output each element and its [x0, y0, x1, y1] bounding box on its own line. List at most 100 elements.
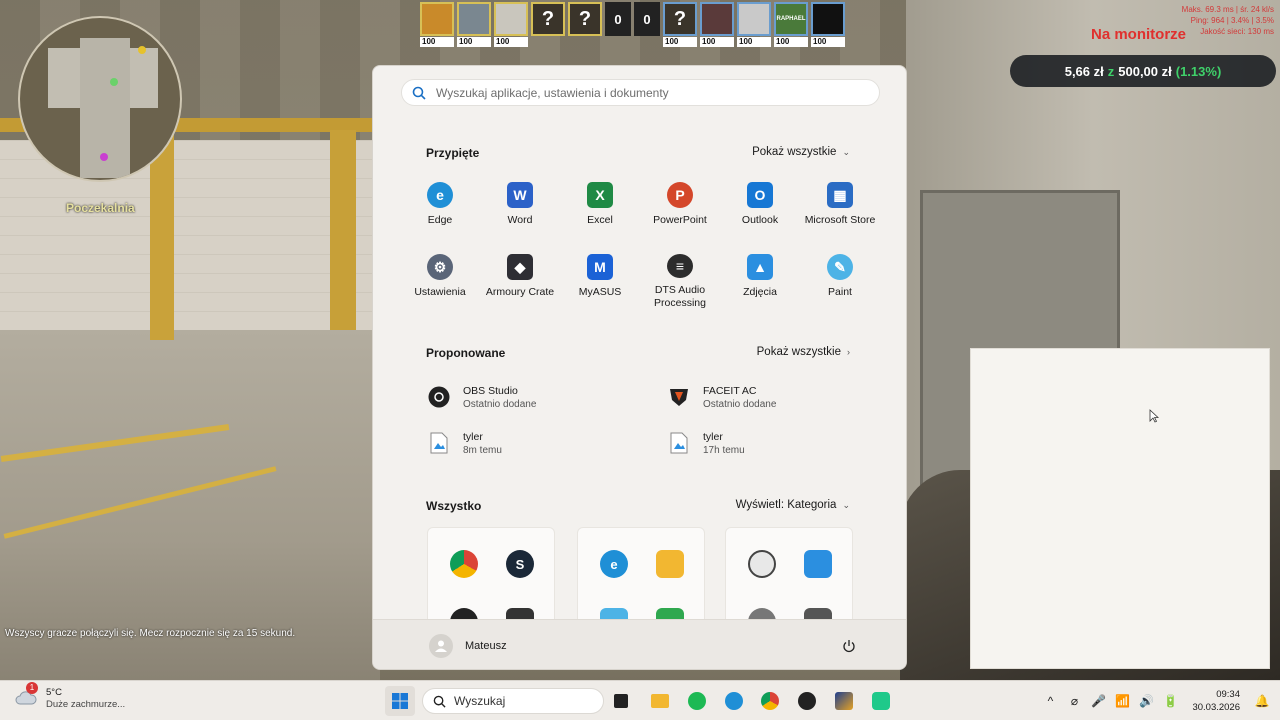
start-search-box[interactable]	[401, 79, 880, 106]
minimap-player-dot	[110, 78, 118, 86]
taskbar-spotify[interactable]	[682, 686, 712, 716]
stream-overlay-text: Na monitorze	[1091, 26, 1187, 43]
pinned-app-outlook[interactable]: O Outlook	[720, 176, 800, 238]
chevron-down-icon: ⌄	[842, 146, 850, 157]
pinned-app-powerpoint[interactable]: P PowerPoint	[640, 176, 720, 238]
obs-icon	[798, 692, 816, 710]
pinned-app-label: Word	[507, 214, 533, 226]
microphone-icon[interactable]: 🎤	[1086, 689, 1110, 713]
recommended-item-name: tyler	[703, 430, 723, 443]
pinned-app-settings[interactable]: ⚙ Ustawienia	[400, 248, 480, 310]
recommended-show-all-button[interactable]: Pokaż wszystkie ›	[751, 343, 856, 361]
paint-icon: ✎	[827, 254, 853, 280]
score-ct: 0	[634, 2, 660, 36]
recommended-item-name: FACEIT AC	[703, 384, 757, 397]
net-stat-line: Ping: 964 | 3.4% | 3.5%	[1190, 16, 1274, 25]
word-icon: W	[507, 182, 533, 208]
excel-icon: X	[587, 182, 613, 208]
start-search-input[interactable]	[436, 85, 856, 100]
recommended-title: Proponowane	[426, 346, 506, 360]
recommended-item-obs[interactable]: OBS Studio Ostatnio dodane	[421, 378, 641, 416]
taskbar: 1 5°C Duże zachmurze... Wyszukaj ^ ⌀ 🎤 📶…	[0, 680, 1280, 720]
recommended-item-tyler[interactable]: tyler 17h temu	[661, 424, 881, 462]
minimap	[18, 16, 182, 182]
power-button[interactable]	[838, 635, 860, 657]
recommended-item-sub: Ostatnio dodane	[703, 398, 777, 410]
system-tray: ^ ⌀ 🎤 📶 🔊 🔋 09:34 30.03.2026 🔔	[1038, 681, 1280, 720]
recommended-item-sub: 17h temu	[703, 444, 745, 456]
taskbar-edge[interactable]	[719, 686, 749, 716]
pinned-app-myasus[interactable]: M MyASUS	[560, 248, 640, 310]
clock-date: 30.03.2026	[1192, 702, 1240, 713]
pinned-app-label: Paint	[828, 286, 852, 298]
pinned-app-word[interactable]: W Word	[480, 176, 560, 238]
power-icon	[843, 640, 855, 653]
view-category-dropdown[interactable]: Wyświetl: Kategoria ⌄	[730, 496, 856, 514]
donation-separator: z	[1107, 63, 1115, 79]
pinned-app-microsoft-store[interactable]: ▦ Microsoft Store	[800, 176, 880, 238]
minimap-player-dot	[138, 46, 146, 54]
pinned-app-label: DTS Audio Processing	[654, 284, 706, 309]
pinned-app-label: Microsoft Store	[804, 214, 876, 226]
recommended-item-tyler[interactable]: tyler 8m temu	[421, 424, 641, 462]
recommended-item-name: OBS Studio	[463, 384, 518, 397]
view-category-label: Wyświetl: Kategoria	[735, 499, 837, 511]
search-icon	[412, 86, 426, 100]
task-view-button[interactable]	[606, 686, 636, 716]
wifi-icon[interactable]: 📶	[1110, 689, 1134, 713]
player-avatar-ct: 100	[700, 2, 734, 47]
weather-widget[interactable]: 1 5°C Duże zachmurze...	[14, 682, 126, 710]
pinned-app-label: Excel	[587, 214, 613, 226]
notifications-icon[interactable]: 🔔	[1250, 689, 1274, 713]
pinned-app-photos[interactable]: ▲ Zdjęcia	[720, 248, 800, 310]
folder-icon	[651, 694, 669, 708]
category-card[interactable]: e	[577, 527, 705, 636]
gear-icon: ⚙	[427, 254, 453, 280]
battery-icon[interactable]: 🔋	[1158, 689, 1182, 713]
app-icon	[872, 692, 890, 710]
all-apps-title: Wszystko	[426, 499, 482, 513]
map-location-label: Poczekalnia	[66, 201, 135, 215]
taskbar-app[interactable]	[866, 686, 896, 716]
chrome-icon	[761, 692, 779, 710]
pinned-show-all-button[interactable]: Pokaż wszystkie ⌄	[746, 143, 856, 161]
taskbar-obs[interactable]	[792, 686, 822, 716]
pinned-app-edge[interactable]: e Edge	[400, 176, 480, 238]
recommended-item-faceit[interactable]: FACEIT AC Ostatnio dodane	[661, 378, 881, 416]
clock[interactable]: 09:34 30.03.2026	[1192, 688, 1240, 714]
image-file-icon	[427, 431, 451, 455]
volume-icon[interactable]: 🔊	[1134, 689, 1158, 713]
donation-current: 5,66 zł	[1064, 63, 1104, 79]
cs2-icon	[835, 692, 853, 710]
category-card[interactable]	[725, 527, 853, 636]
game-chat-message: Wszyscy gracze połączyli się. Mecz rozpo…	[5, 628, 296, 639]
user-account-button[interactable]: Mateusz	[423, 632, 513, 660]
search-icon	[433, 695, 446, 708]
taskbar-counter-strike[interactable]	[829, 686, 859, 716]
steam-icon: S	[506, 550, 534, 578]
user-name: Mateusz	[465, 640, 507, 652]
store-icon: ▦	[827, 182, 853, 208]
pinned-app-paint[interactable]: ✎ Paint	[800, 248, 880, 310]
taskbar-chrome[interactable]	[755, 686, 785, 716]
pinned-apps-grid: e Edge W Word X Excel P PowerPoint O Out…	[400, 176, 880, 310]
clock-icon	[748, 550, 776, 578]
pinned-app-dts-audio[interactable]: ≡ DTS Audio Processing	[640, 248, 720, 310]
category-card[interactable]: S	[427, 527, 555, 636]
player-avatar-t: 100	[457, 2, 491, 47]
pinned-app-label: Outlook	[741, 214, 779, 226]
pinned-show-all-label: Pokaż wszystkie	[752, 146, 837, 158]
start-button[interactable]	[385, 686, 415, 716]
taskbar-search-box[interactable]: Wyszukaj	[422, 688, 604, 714]
pinned-app-excel[interactable]: X Excel	[560, 176, 640, 238]
network-off-icon[interactable]: ⌀	[1062, 689, 1086, 713]
taskbar-file-explorer[interactable]	[645, 686, 675, 716]
chevron-right-icon: ›	[847, 347, 850, 357]
clock-time: 09:34	[1216, 689, 1240, 700]
pinned-app-label: Edge	[427, 214, 453, 226]
show-hidden-icons-button[interactable]: ^	[1038, 689, 1062, 713]
player-avatar-t-unknown: ?	[568, 2, 602, 36]
weather-desc: Duże zachmurze...	[46, 698, 126, 710]
spotify-icon	[688, 692, 706, 710]
pinned-app-armoury-crate[interactable]: ◆ Armoury Crate	[480, 248, 560, 310]
